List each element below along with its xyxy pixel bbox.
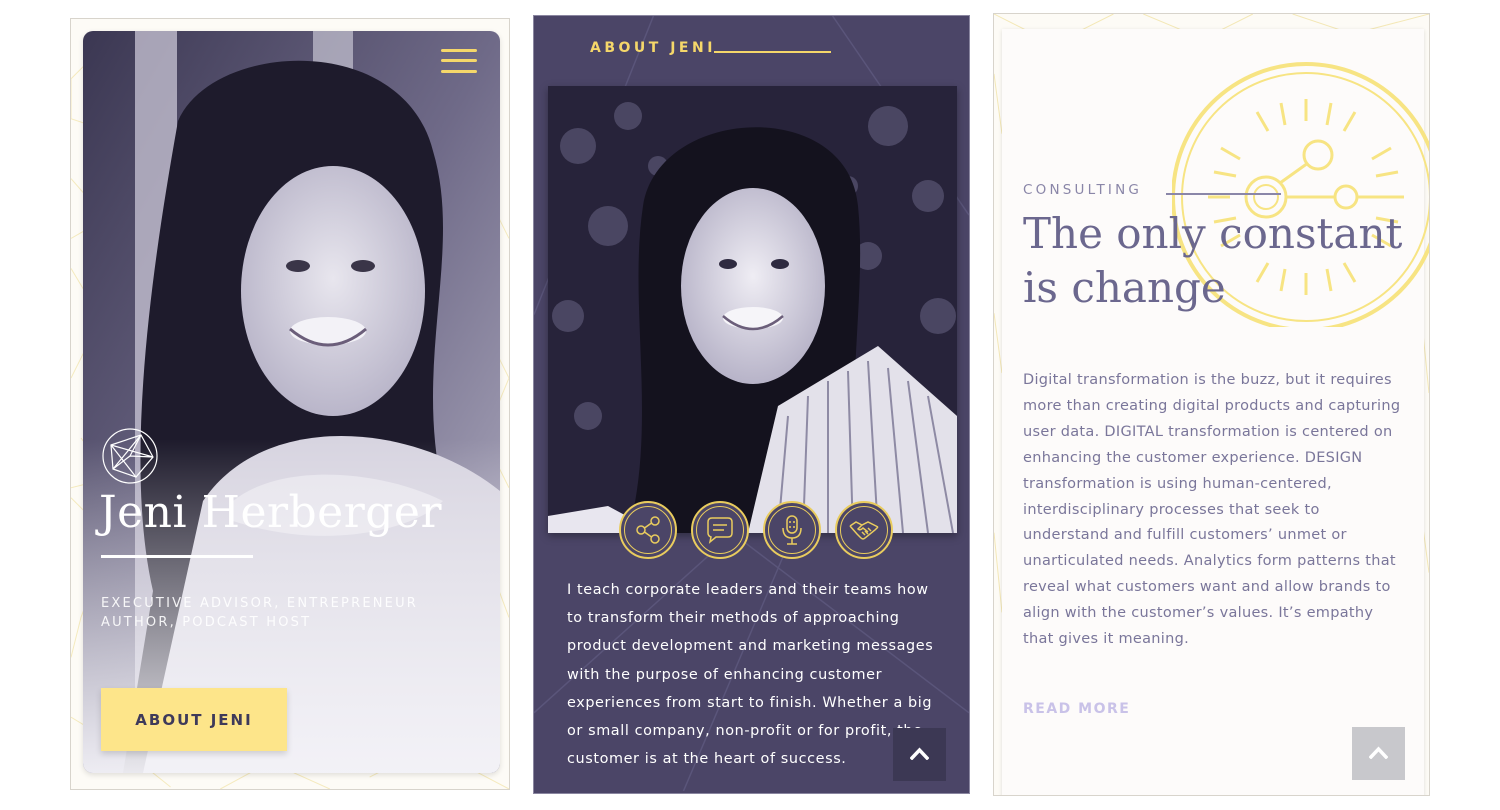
chevron-up-icon xyxy=(1369,746,1388,759)
hero-card: Jeni Herberger EXECUTIVE ADVISOR, ENTREP… xyxy=(83,31,500,773)
portrait-photo xyxy=(548,86,957,533)
consulting-panel: CONSULTING The only constant is change D… xyxy=(993,13,1430,796)
hero-name: Jeni Herberger xyxy=(99,487,442,538)
hero-subtitle-line2: AUTHOR, PODCAST HOST xyxy=(101,615,312,630)
consulting-label: CONSULTING xyxy=(1023,182,1143,198)
scroll-to-top-button[interactable] xyxy=(893,728,946,781)
share-network-icon[interactable] xyxy=(619,501,677,559)
globe-network-icon xyxy=(101,427,159,485)
about-panel: ABOUT JENI I teach corporate leaders and… xyxy=(533,15,970,794)
about-heading-underline xyxy=(714,51,831,53)
hero-photo xyxy=(83,31,500,773)
consulting-body-text: Digital transformation is the buzz, but … xyxy=(1023,372,1401,648)
chevron-up-icon xyxy=(910,747,929,760)
about-body-text: I teach corporate leaders and their team… xyxy=(567,582,934,768)
hero-divider xyxy=(101,555,253,558)
consulting-label-line xyxy=(1166,193,1281,195)
consulting-title: The only constant is change xyxy=(1023,209,1403,312)
hero-panel: Jeni Herberger EXECUTIVE ADVISOR, ENTREP… xyxy=(70,18,510,790)
scroll-to-top-button[interactable] xyxy=(1352,727,1405,780)
service-icons xyxy=(619,501,893,559)
microphone-icon[interactable] xyxy=(763,501,821,559)
handshake-icon[interactable] xyxy=(835,501,893,559)
hamburger-menu-icon[interactable] xyxy=(441,47,477,75)
hero-subtitle-line1: EXECUTIVE ADVISOR, ENTREPRENEUR xyxy=(101,596,419,611)
about-heading: ABOUT JENI xyxy=(590,40,716,56)
about-jeni-button[interactable]: ABOUT JENI xyxy=(101,688,287,751)
chat-bubble-icon[interactable] xyxy=(691,501,749,559)
hero-subtitle: EXECUTIVE ADVISOR, ENTREPRENEUR AUTHOR, … xyxy=(101,594,481,632)
read-more-link[interactable]: READ MORE xyxy=(1023,701,1130,717)
consulting-card: CONSULTING The only constant is change D… xyxy=(1002,29,1429,795)
